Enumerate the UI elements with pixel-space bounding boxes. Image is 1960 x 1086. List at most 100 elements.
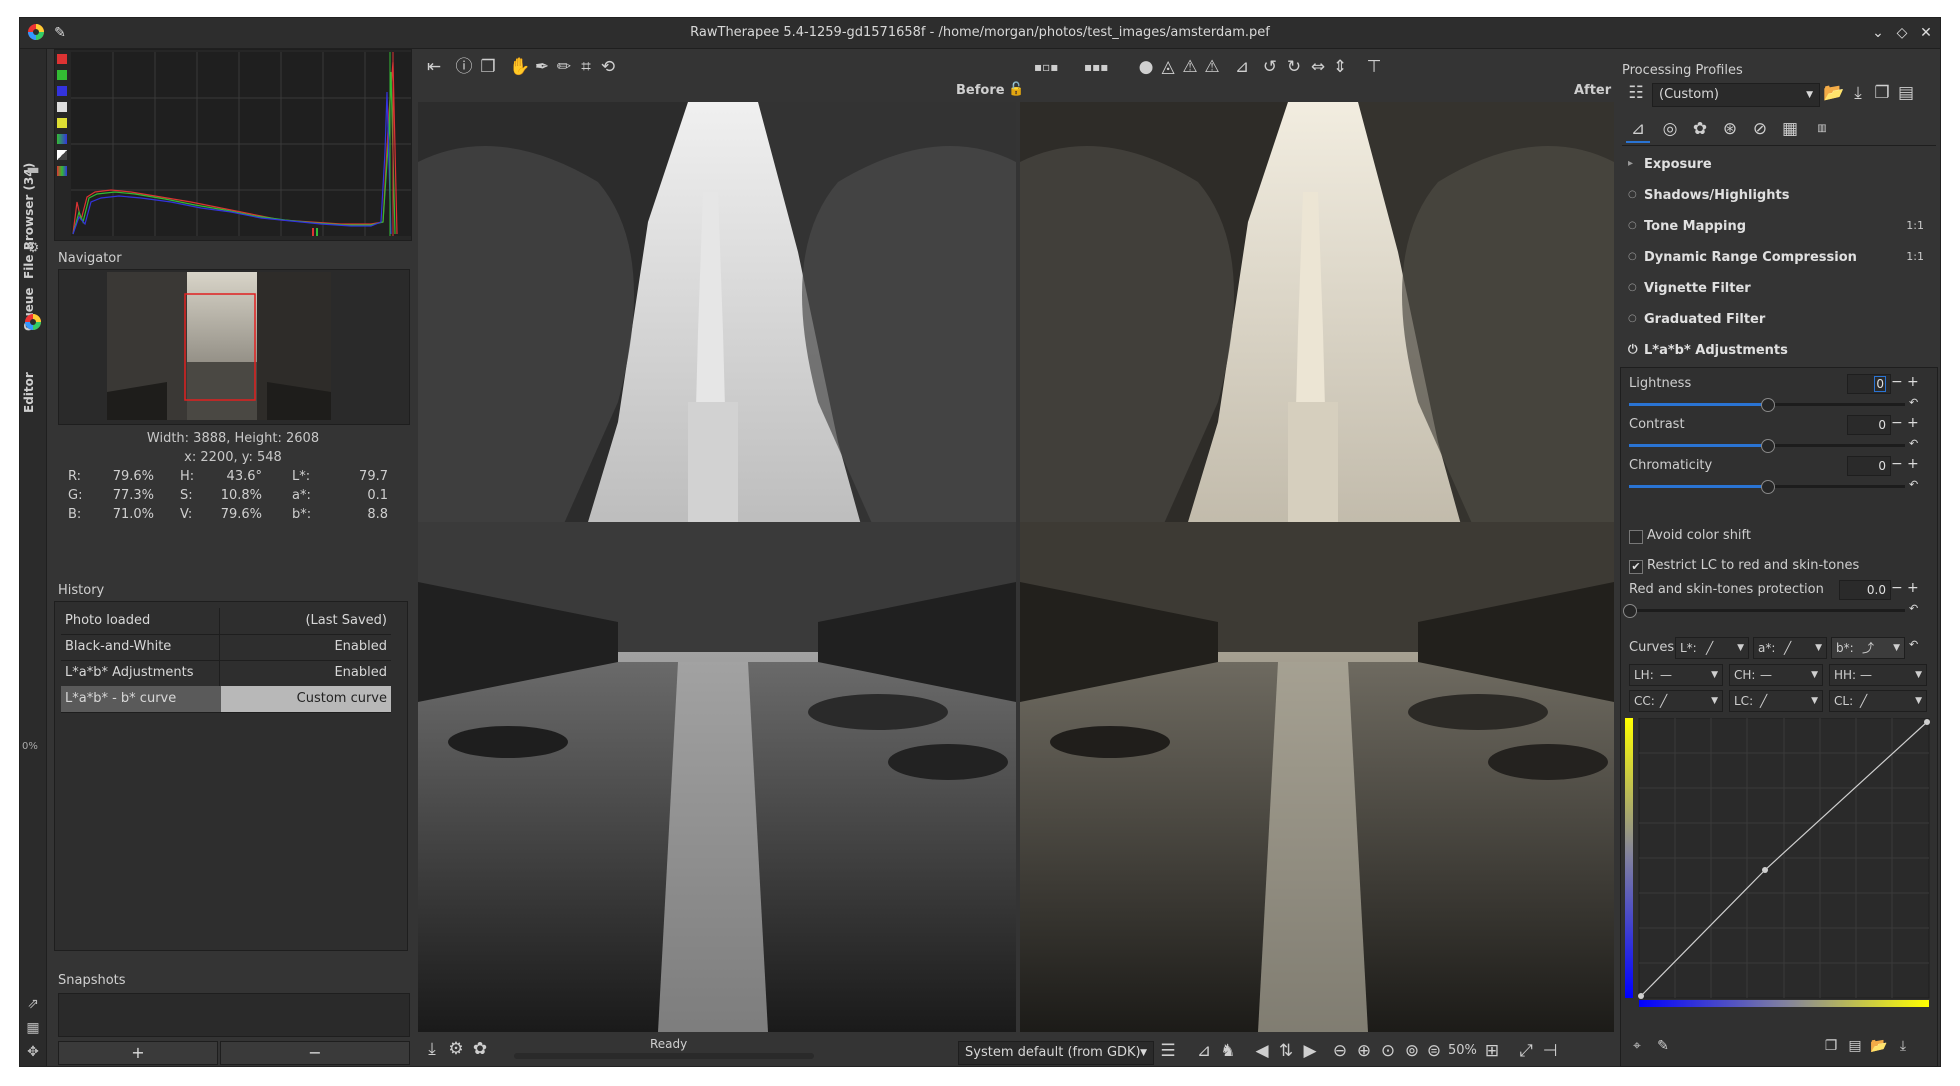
hand-tool-icon[interactable]: ✋ <box>508 55 532 79</box>
intent-icon[interactable]: ☰ <box>1156 1039 1180 1063</box>
curve-edit-points-icon[interactable]: ⌖ <box>1625 1034 1649 1058</box>
cl-curve-button[interactable]: CL: ╱ ▼ <box>1829 690 1927 712</box>
chromaticity-reset-icon[interactable]: ↶ <box>1909 478 1918 491</box>
previous-image-icon[interactable]: ◀ <box>1250 1039 1274 1063</box>
fullscreen-icon[interactable]: ⤢ <box>1514 1039 1538 1063</box>
mode-toggle[interactable] <box>57 166 67 176</box>
profile-select[interactable]: (Custom) ▼ <box>1652 83 1820 107</box>
add-snapshot-button[interactable]: + <box>58 1041 218 1065</box>
curve-picker-icon[interactable]: ✎ <box>1651 1034 1675 1058</box>
lightness-plus-icon[interactable]: + <box>1907 374 1919 390</box>
cc-curve-button[interactable]: CC: ╱ ▼ <box>1629 690 1723 712</box>
profile-list-icon[interactable]: ☷ <box>1624 81 1648 105</box>
chromaticity-plus-icon[interactable]: + <box>1907 456 1919 472</box>
tab-meta-icon[interactable]: ▥ <box>1810 117 1834 141</box>
tool-vignette-filter[interactable]: ○ Vignette Filter <box>1628 279 1928 301</box>
flip-horizontal-icon[interactable]: ⇔ <box>1306 55 1330 79</box>
send-to-editor-icon[interactable]: ⇗ <box>24 995 42 1013</box>
white-balance-picker-icon[interactable]: ✒ <box>530 55 554 79</box>
gears-icon[interactable]: ⚙ <box>24 239 42 257</box>
luminance-toggle[interactable] <box>57 102 67 112</box>
open-profile-icon[interactable]: 📂 <box>1822 81 1846 105</box>
curve-paste-icon[interactable]: ▤ <box>1843 1034 1867 1058</box>
chromaticity-knob[interactable] <box>1761 480 1775 494</box>
rotate-right-icon[interactable]: ↻ <box>1282 55 1306 79</box>
history-row[interactable]: Black-and-White Enabled <box>61 634 391 661</box>
tab-advanced-icon[interactable]: ⊛ <box>1718 117 1742 141</box>
tab-file-browser[interactable]: File Browser (34) <box>22 163 44 279</box>
chromaticity-value[interactable]: 0 <box>1847 456 1891 476</box>
external-editor-icon[interactable]: ✿ <box>468 1037 492 1061</box>
red-channel-toggle[interactable] <box>57 54 67 64</box>
contrast-value[interactable]: 0 <box>1847 415 1891 435</box>
tool-shadows-highlights[interactable]: ○ Shadows/Highlights <box>1628 186 1928 208</box>
rstprotection-plus-icon[interactable]: + <box>1907 580 1919 596</box>
curve-copy-icon[interactable]: ❐ <box>1819 1034 1843 1058</box>
contrast-knob[interactable] <box>1761 439 1775 453</box>
avoid-color-shift-checkbox[interactable] <box>1629 530 1643 544</box>
flip-vertical-icon[interactable]: ⇕ <box>1328 55 1352 79</box>
remove-snapshot-button[interactable]: − <box>220 1041 410 1065</box>
rstprotection-minus-icon[interactable]: − <box>1891 580 1903 596</box>
color-picker-icon[interactable]: ✏ <box>552 55 576 79</box>
tab-exposure-icon[interactable]: ⊿ <box>1626 117 1650 143</box>
tab-transform-icon[interactable]: ⊘ <box>1748 117 1772 141</box>
zoom-100-icon[interactable]: ⊜ <box>1422 1039 1446 1063</box>
b-curve-button[interactable]: b*: ⤴ ▼ <box>1831 637 1905 659</box>
l-curve-button[interactable]: L*: ╱ ▼ <box>1675 637 1749 659</box>
lightness-value[interactable]: 0 <box>1847 374 1891 394</box>
tool-dynamic-range-compression[interactable]: ○ Dynamic Range Compression 1:1 <box>1628 248 1928 270</box>
rstprotection-reset-icon[interactable]: ↶ <box>1909 602 1918 615</box>
output-profile-select[interactable]: System default (from GDK) ▼ <box>958 1041 1154 1065</box>
before-after-icon[interactable]: ❐ <box>476 55 500 79</box>
tab-color-icon[interactable]: ✿ <box>1688 117 1712 141</box>
after-image[interactable] <box>1020 102 1614 1032</box>
history-row[interactable]: Photo loaded (Last Saved) <box>61 608 391 635</box>
move-icon[interactable]: ✥ <box>24 1043 42 1061</box>
rotate-left-icon[interactable]: ↺ <box>1258 55 1282 79</box>
sync-icon[interactable]: ⇅ <box>1274 1039 1298 1063</box>
lh-curve-button[interactable]: LH: — ▼ <box>1629 664 1723 686</box>
navigator-preview[interactable] <box>58 269 410 425</box>
save-image-icon[interactable]: ⤓ <box>420 1037 444 1061</box>
zoom-fit-icon[interactable]: ⊙ <box>1376 1039 1400 1063</box>
hide-left-panel-icon[interactable]: ⇤ <box>422 55 446 79</box>
history-row-selected[interactable]: L*a*b* - b* curve Custom curve <box>61 686 391 713</box>
before-image[interactable] <box>418 102 1016 1032</box>
chromaticity-minus-icon[interactable]: − <box>1891 456 1903 472</box>
collapse-panel-icon[interactable]: ⊣ <box>1538 1039 1562 1063</box>
info-icon[interactable]: ⓘ <box>452 55 476 79</box>
hide-right-panel-icon[interactable]: ⊤ <box>1362 55 1386 79</box>
color-wheel-icon[interactable] <box>24 313 42 331</box>
lock-icon[interactable]: 🔓 <box>1008 82 1024 97</box>
hh-curve-button[interactable]: HH: — ▼ <box>1829 664 1927 686</box>
minimize-icon[interactable]: ⌄ <box>1868 23 1888 43</box>
restrict-lc-checkbox[interactable]: ✔ <box>1629 560 1643 574</box>
next-image-icon[interactable]: ▶ <box>1298 1039 1322 1063</box>
paste-profile-icon[interactable]: ▤ <box>1894 81 1918 105</box>
tab-raw-icon[interactable]: ▦ <box>1778 117 1802 141</box>
lightness-minus-icon[interactable]: − <box>1891 374 1903 390</box>
curves-reset-icon[interactable]: ↶ <box>1909 638 1918 651</box>
perspective-icon[interactable]: ⊿ <box>1230 55 1254 79</box>
gamut-icon[interactable]: ▦ <box>24 1019 42 1037</box>
rstprotection-track[interactable] <box>1629 609 1905 612</box>
gamut-warning-icon[interactable]: ⚠ <box>1178 55 1202 79</box>
clipping-warning-icon[interactable]: ⚠ <box>1200 55 1224 79</box>
new-detail-window-icon[interactable]: ⊞ <box>1480 1039 1504 1063</box>
crop-icon[interactable]: ⌗ <box>574 55 598 79</box>
zoom-out-icon[interactable]: ⊖ <box>1328 1039 1352 1063</box>
history-row[interactable]: L*a*b* Adjustments Enabled <box>61 660 391 687</box>
green-channel-toggle[interactable] <box>57 70 67 80</box>
zoom-in-icon[interactable]: ⊕ <box>1352 1039 1376 1063</box>
lightness-knob[interactable] <box>1761 398 1775 412</box>
curve-save-icon[interactable]: ⤓ <box>1891 1034 1915 1058</box>
straighten-icon[interactable]: ⟲ <box>596 55 620 79</box>
tool-graduated-filter[interactable]: ○ Graduated Filter <box>1628 310 1928 332</box>
contrast-minus-icon[interactable]: − <box>1891 415 1903 431</box>
bar-toggle[interactable] <box>57 150 67 160</box>
copy-profile-icon[interactable]: ❐ <box>1870 81 1894 105</box>
curve-open-icon[interactable]: 📂 <box>1867 1034 1891 1058</box>
tool-lab-adjustments[interactable]: ⏻ L*a*b* Adjustments <box>1628 341 1928 363</box>
softproof-toggle-icon[interactable]: ⊿ <box>1192 1039 1216 1063</box>
